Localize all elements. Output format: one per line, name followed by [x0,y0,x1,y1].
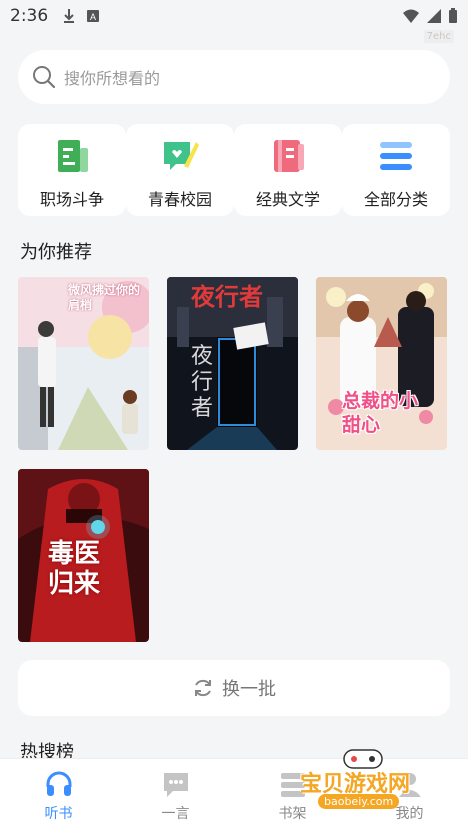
book-cover[interactable]: 总裁的小甜心 [316,277,447,450]
category-campus[interactable]: 青春校园 [126,124,234,216]
status-time: 2:36 [10,6,49,26]
search-icon [33,66,56,89]
svg-text:夜: 夜 [191,344,213,369]
category-all[interactable]: 全部分类 [342,124,450,216]
search-bar[interactable]: 搜你所想看的 [18,50,450,104]
svg-text:者: 者 [191,396,213,421]
category-classic[interactable]: 经典文学 [234,124,342,216]
headphones-icon [46,771,71,796]
refresh-icon [195,679,211,697]
svg-text:A: A [90,12,96,22]
category-label: 青春校园 [147,190,212,209]
book-cover[interactable]: 毒医归来 [18,469,149,642]
recommend-title: 为你推荐 [20,242,92,263]
category-label: 职场斗争 [39,190,104,209]
classic-literature-icon [274,140,304,172]
download-icon [64,9,75,23]
book-cover[interactable]: 夜 行 者 夜行者 [167,277,298,450]
svg-text:行: 行 [191,370,213,395]
category-row: 职场斗争 青春校园 经典文学 全部分类 [18,124,450,216]
status-tag: 7ehc [423,30,454,43]
refresh-label: 换一批 [222,679,276,700]
book-cover-title: 夜行者 [191,283,263,311]
youth-campus-icon [164,142,199,170]
category-workplace[interactable]: 职场斗争 [18,124,126,216]
book-cover-title: 微风拂过你的肩梢 [68,283,141,312]
book-cover[interactable]: 微风拂过你的肩梢 [18,277,149,450]
book-cover-title: 毒医归来 [48,539,101,599]
book-cover-title: 总裁的小甜心 [342,390,419,436]
signal-icon [427,9,441,23]
chat-bubble-icon [163,773,188,797]
category-label: 全部分类 [363,190,428,209]
tab-quote[interactable]: 一言 [117,759,234,832]
app-notification-icon: A [87,10,100,22]
battery-icon [449,8,457,23]
tab-label: 一言 [161,806,190,822]
tab-listen[interactable]: 听书 [0,759,117,832]
refresh-button[interactable]: 换一批 [18,660,450,716]
tab-label: 听书 [44,806,73,822]
all-categories-icon [380,142,412,170]
search-placeholder: 搜你所想看的 [64,69,161,88]
watermark-url: baobeiy.com [318,794,400,809]
status-bar: 2:36 A [0,0,468,32]
wifi-icon [403,9,419,23]
workplace-book-icon [58,140,88,172]
site-watermark: 宝贝游戏网 baobeiy.com [290,742,440,818]
category-label: 经典文学 [255,190,320,209]
